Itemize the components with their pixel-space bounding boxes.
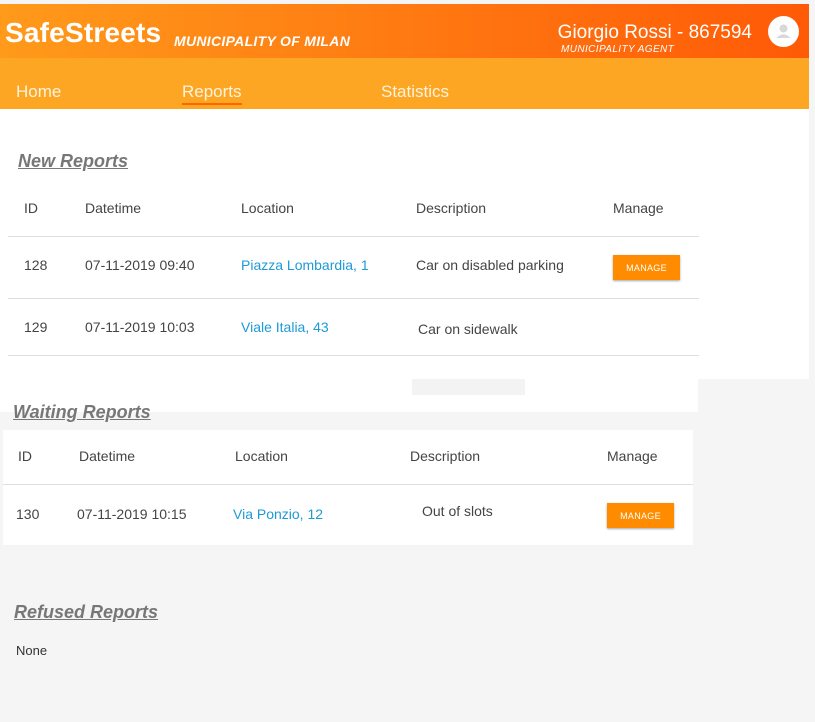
col-id: ID xyxy=(18,448,32,464)
col-id: ID xyxy=(24,200,38,216)
user-avatar-icon[interactable] xyxy=(768,16,799,47)
app-header: SafeStreets MUNICIPALITY OF MILAN Giorgi… xyxy=(0,4,809,58)
table-divider xyxy=(8,236,699,237)
col-description: Description xyxy=(410,448,481,464)
report-description: Out of slots xyxy=(422,503,493,519)
main-navbar: Home Reports Statistics xyxy=(0,58,809,109)
report-location-link[interactable]: Piazza Lombardia, 1 xyxy=(241,257,369,273)
brand-logo[interactable]: SafeStreets xyxy=(5,17,161,49)
report-location-link[interactable]: Via Ponzio, 12 xyxy=(233,506,323,522)
report-datetime: 07-11-2019 10:15 xyxy=(77,506,187,522)
col-manage: Manage xyxy=(613,200,664,216)
report-id: 130 xyxy=(16,506,40,522)
user-role: MUNICIPALITY AGENT xyxy=(561,44,675,55)
panel-divider-shade xyxy=(412,379,525,395)
col-datetime: Datetime xyxy=(85,200,142,216)
col-description: Description xyxy=(416,200,487,216)
col-manage: Manage xyxy=(607,448,658,464)
col-datetime: Datetime xyxy=(79,448,136,464)
report-description: Car on disabled parking xyxy=(416,257,564,273)
new-reports-title: New Reports xyxy=(18,151,129,171)
new-reports-panel xyxy=(0,109,809,379)
report-id: 128 xyxy=(24,257,48,273)
nav-reports[interactable]: Reports xyxy=(182,82,242,105)
nav-home[interactable]: Home xyxy=(16,82,61,102)
table-divider xyxy=(8,298,699,299)
waiting-reports-title: Waiting Reports xyxy=(13,402,151,422)
col-location: Location xyxy=(235,448,288,464)
municipality-label: MUNICIPALITY OF MILAN xyxy=(174,33,351,49)
report-location-link[interactable]: Viale Italia, 43 xyxy=(241,319,329,335)
table-divider xyxy=(3,484,693,485)
report-id: 129 xyxy=(24,319,48,335)
table-divider xyxy=(8,355,699,356)
refused-reports-title: Refused Reports xyxy=(14,602,159,622)
report-datetime: 07-11-2019 10:03 xyxy=(85,319,195,335)
report-datetime: 07-11-2019 09:40 xyxy=(85,257,195,273)
col-location: Location xyxy=(241,200,294,216)
refused-reports-empty: None xyxy=(16,643,48,658)
nav-statistics[interactable]: Statistics xyxy=(381,82,449,102)
manage-button[interactable]: MANAGE xyxy=(613,255,680,280)
report-description: Car on sidewalk xyxy=(418,321,518,337)
manage-button[interactable]: MANAGE xyxy=(607,503,674,528)
user-name: Giorgio Rossi - 867594 xyxy=(557,22,752,43)
